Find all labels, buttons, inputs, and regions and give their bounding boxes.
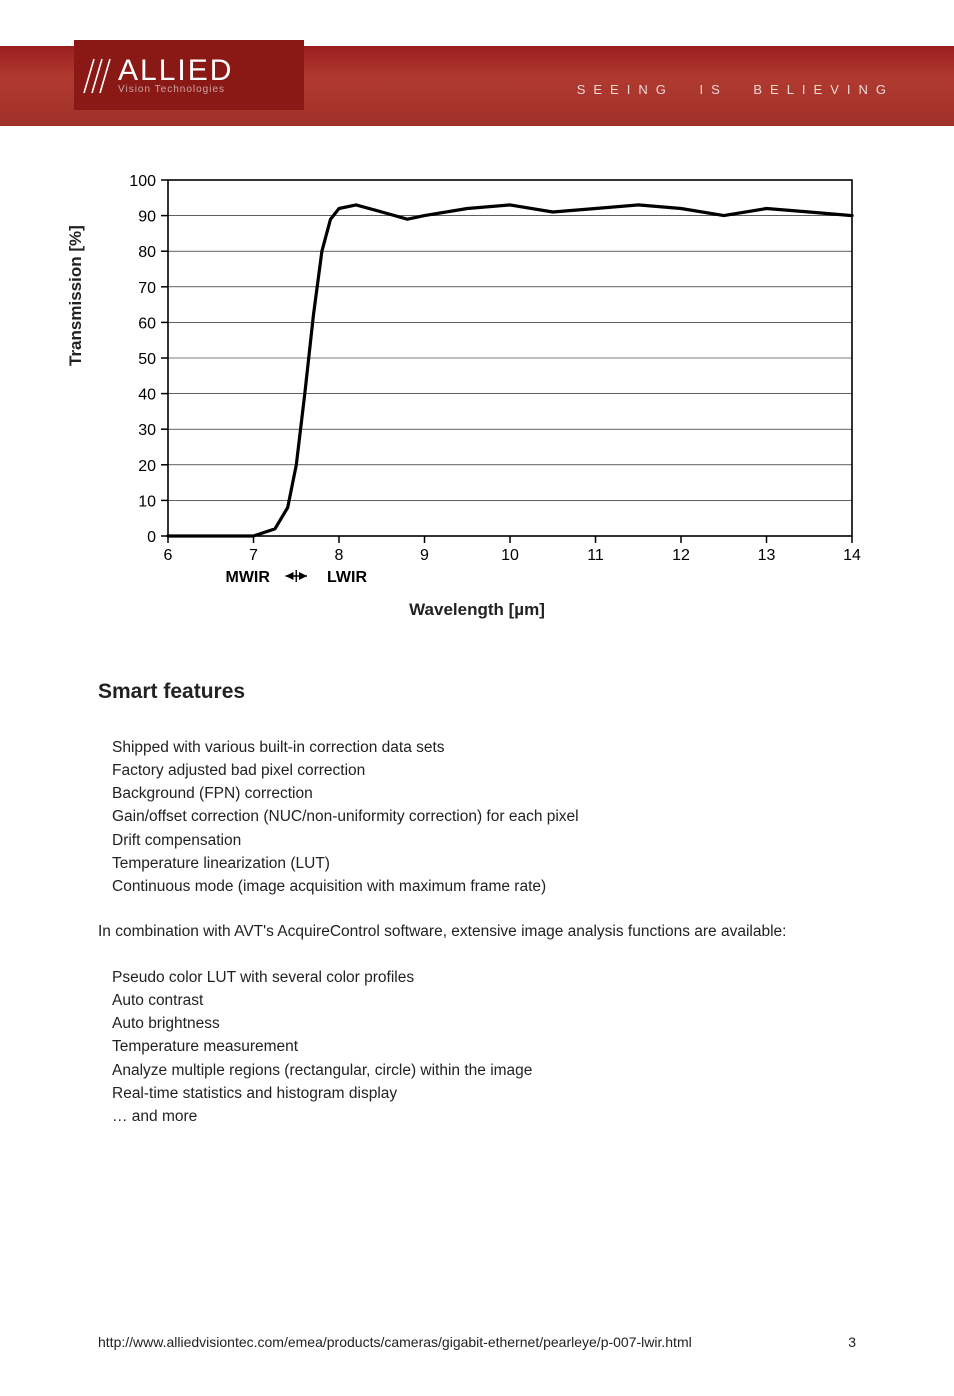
svg-text:50: 50 [138, 351, 156, 368]
svg-text:12: 12 [672, 547, 690, 564]
svg-text:MWIR: MWIR [226, 569, 271, 586]
page-number: 3 [848, 1334, 856, 1350]
svg-text:100: 100 [129, 173, 156, 190]
list-item: Gain/offset correction (NUC/non-uniformi… [112, 805, 856, 828]
list-item: Pseudo color LUT with several color prof… [112, 966, 856, 989]
svg-text:0: 0 [147, 529, 156, 546]
list-item: Real-time statistics and histogram displ… [112, 1082, 856, 1105]
transmission-chart: Transmission [%] 01020304050607080901006… [82, 166, 872, 616]
list-item: Shipped with various built-in correction… [112, 736, 856, 759]
chart-x-axis-label: Wavelength [µm] [409, 600, 545, 620]
svg-text:40: 40 [138, 387, 156, 404]
list-item: Drift compensation [112, 829, 856, 852]
list-item: Auto contrast [112, 989, 856, 1012]
svg-text:60: 60 [138, 315, 156, 332]
svg-text:7: 7 [249, 547, 258, 564]
slashes-icon [80, 53, 114, 97]
brand-name: ALLIED [118, 56, 233, 86]
svg-text:6: 6 [164, 547, 173, 564]
svg-text:11: 11 [587, 547, 604, 564]
list-item: Continuous mode (image acquisition with … [112, 875, 856, 898]
chart-svg: 0 10 20 30 40 50 60 70 80 90 100 6 7 8 9 10 11 12 13 14 MWIR… [82, 166, 872, 616]
svg-text:20: 20 [138, 458, 156, 475]
svg-text:LWIR: LWIR [327, 569, 367, 586]
list-item: … and more [112, 1105, 856, 1128]
list-item: Analyze multiple regions (rectangular, c… [112, 1059, 856, 1082]
list-item: Temperature measurement [112, 1035, 856, 1058]
tagline-text: SEEING IS BELIEVING [577, 82, 894, 97]
list-item: Auto brightness [112, 1012, 856, 1035]
svg-text:10: 10 [501, 547, 519, 564]
list-item: Factory adjusted bad pixel correction [112, 759, 856, 782]
feature-list-1: Shipped with various built-in correction… [98, 736, 856, 899]
svg-text:14: 14 [843, 547, 861, 564]
svg-text:8: 8 [335, 547, 344, 564]
intro-paragraph: In combination with AVT's AcquireControl… [98, 920, 856, 943]
svg-text:9: 9 [420, 547, 429, 564]
list-item: Temperature linearization (LUT) [112, 852, 856, 875]
page-footer: http://www.alliedvisiontec.com/emea/prod… [0, 1334, 954, 1350]
svg-text:70: 70 [138, 280, 156, 297]
svg-text:30: 30 [138, 422, 156, 439]
svg-text:10: 10 [138, 493, 156, 510]
list-item: Background (FPN) correction [112, 782, 856, 805]
section-heading: Smart features [98, 676, 856, 708]
chart-y-axis-label: Transmission [%] [66, 225, 86, 366]
brand-subtitle: Vision Technologies [118, 84, 233, 95]
svg-text:80: 80 [138, 244, 156, 261]
body-content: Smart features Shipped with various buil… [0, 616, 954, 1128]
header-banner: ALLIED Vision Technologies SEEING IS BEL… [0, 46, 954, 126]
svg-text:13: 13 [758, 547, 776, 564]
brand-logo: ALLIED Vision Technologies [74, 40, 304, 110]
footer-url: http://www.alliedvisiontec.com/emea/prod… [98, 1334, 692, 1350]
svg-text:90: 90 [138, 209, 156, 226]
feature-list-2: Pseudo color LUT with several color prof… [98, 966, 856, 1129]
